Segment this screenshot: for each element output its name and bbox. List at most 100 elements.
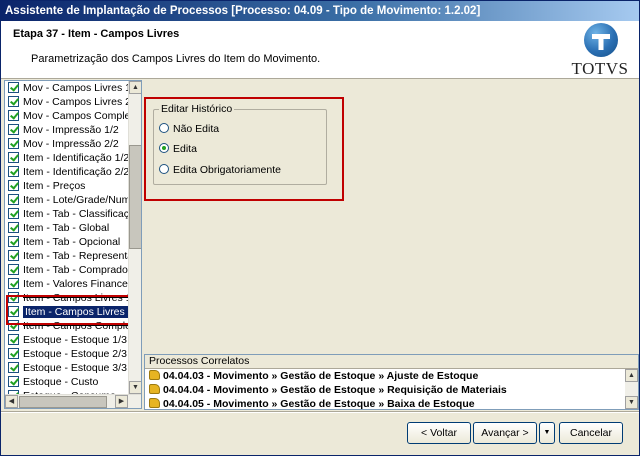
window-title: Assistente de Implantação de Processos [… xyxy=(1,1,639,21)
next-dropdown-button[interactable]: ▼ xyxy=(539,422,555,444)
processos-scrollbar[interactable]: ▲ ▼ xyxy=(625,369,638,409)
checked-icon[interactable] xyxy=(8,82,19,93)
scroll-right-icon[interactable]: ▶ xyxy=(115,395,128,408)
tree-item[interactable]: Item - Preços xyxy=(5,179,129,193)
tree-item[interactable]: Mov - Campos Livres 1/2 xyxy=(5,81,129,95)
tree-item[interactable]: Item - Tab - Representante xyxy=(5,249,129,263)
radio-label: Edita Obrigatoriamente xyxy=(173,164,281,176)
tree-item[interactable]: Mov - Impressão 1/2 xyxy=(5,123,129,137)
radio-edita-obrigatoriamente[interactable]: Edita Obrigatoriamente xyxy=(159,163,281,177)
scroll-down-icon[interactable]: ▼ xyxy=(625,396,638,409)
next-button[interactable]: Avançar > xyxy=(473,422,537,444)
scroll-up-icon[interactable]: ▲ xyxy=(129,81,141,94)
checked-icon[interactable] xyxy=(8,222,19,233)
scroll-up-icon[interactable]: ▲ xyxy=(625,369,638,382)
radio-off-icon[interactable] xyxy=(159,164,169,174)
tree-item-label: Item - Tab - Classificação xyxy=(23,208,129,220)
checked-icon[interactable] xyxy=(8,152,19,163)
processo-item[interactable]: 04.04.04 - Movimento » Gestão de Estoque… xyxy=(145,383,638,397)
processo-item[interactable]: 04.04.03 - Movimento » Gestão de Estoque… xyxy=(145,369,638,383)
footer-separator xyxy=(1,411,639,413)
checked-icon[interactable] xyxy=(8,208,19,219)
tree-item-label: Mov - Campos Complementares xyxy=(23,110,129,122)
tree-item-label: Mov - Campos Livres 1/2 xyxy=(23,82,129,94)
checked-icon[interactable] xyxy=(8,180,19,191)
checked-icon[interactable] xyxy=(8,250,19,261)
checked-icon[interactable] xyxy=(8,236,19,247)
radio-label: Edita xyxy=(173,143,197,155)
tree-item[interactable]: Estoque - Estoque 3/3 xyxy=(5,361,129,375)
processos-list[interactable]: 04.04.03 - Movimento » Gestão de Estoque… xyxy=(145,369,638,410)
tree-item[interactable]: Item - Lote/Grade/Num. xyxy=(5,193,129,207)
checked-icon[interactable] xyxy=(8,110,19,121)
radio-label: Não Edita xyxy=(173,123,220,135)
process-icon xyxy=(149,384,160,394)
scroll-left-icon[interactable]: ◀ xyxy=(5,395,18,408)
checked-icon[interactable] xyxy=(8,348,19,359)
checked-icon[interactable] xyxy=(8,124,19,135)
back-button[interactable]: < Voltar xyxy=(407,422,471,444)
group-legend: Editar Histórico xyxy=(159,103,235,115)
cancel-button[interactable]: Cancelar xyxy=(559,422,623,444)
checked-icon[interactable] xyxy=(8,138,19,149)
tree-item-label: Mov - Impressão 1/2 xyxy=(23,124,119,136)
tree-item-label: Estoque - Custo xyxy=(23,376,99,388)
processo-item[interactable]: 04.04.05 - Movimento » Gestão de Estoque… xyxy=(145,397,638,410)
process-icon xyxy=(149,370,160,380)
tree-item-label: Estoque - Estoque 1/3 xyxy=(23,334,127,346)
tree-item[interactable]: Mov - Campos Livres 2/2 xyxy=(5,95,129,109)
tree-item[interactable]: Item - Valores Financeiros xyxy=(5,277,129,291)
checked-icon[interactable] xyxy=(8,96,19,107)
processo-label: 04.04.04 - Movimento » Gestão de Estoque… xyxy=(163,384,507,396)
processos-correlatos-panel: Processos Correlatos 04.04.03 - Moviment… xyxy=(144,354,639,410)
tree-vertical-scrollbar[interactable]: ▲ ▼ xyxy=(128,81,141,394)
tree-item-label: Mov - Campos Livres 2/2 xyxy=(23,96,129,108)
step-description: Parametrização dos Campos Livres do Item… xyxy=(31,53,321,65)
totvs-logo-icon xyxy=(584,23,618,57)
processo-label: 04.04.05 - Movimento » Gestão de Estoque… xyxy=(163,398,475,410)
tree-item[interactable]: Mov - Impressão 2/2 xyxy=(5,137,129,151)
checked-icon[interactable] xyxy=(8,264,19,275)
radio-on-icon[interactable] xyxy=(159,143,169,153)
tree-item[interactable]: Mov - Campos Complementares xyxy=(5,109,129,123)
tree-item-label: Mov - Impressão 2/2 xyxy=(23,138,119,150)
checked-icon[interactable] xyxy=(8,362,19,373)
tree-item[interactable]: Estoque - Estoque 2/3 xyxy=(5,347,129,361)
radio-off-icon[interactable] xyxy=(159,123,169,133)
totvs-logo: TOTVS xyxy=(569,23,631,78)
tree-item[interactable]: Item - Tab - Comprador xyxy=(5,263,129,277)
tree-item-label: Item - Lote/Grade/Num. xyxy=(23,194,129,206)
tree-item[interactable]: Item - Tab - Global xyxy=(5,221,129,235)
radio-nao-edita[interactable]: Não Edita xyxy=(159,122,219,136)
step-header: Etapa 37 - Item - Campos Livres Parametr… xyxy=(1,21,639,79)
tree-item-label: Item - Preços xyxy=(23,180,86,192)
tree-item-label: Item - Identificação 1/2 xyxy=(23,152,129,164)
processo-label: 04.04.03 - Movimento » Gestão de Estoque… xyxy=(163,370,479,382)
checked-icon[interactable] xyxy=(8,376,19,387)
checked-icon[interactable] xyxy=(8,334,19,345)
tree-item[interactable]: Item - Tab - Classificação xyxy=(5,207,129,221)
tree-item-label: Estoque - Estoque 2/3 xyxy=(23,348,127,360)
tree-item[interactable]: Estoque - Estoque 1/3 xyxy=(5,333,129,347)
tree-item[interactable]: Item - Identificação 1/2 xyxy=(5,151,129,165)
checked-icon[interactable] xyxy=(8,278,19,289)
tree-item-label: Item - Tab - Representante xyxy=(23,250,129,262)
process-icon xyxy=(149,398,160,408)
tree-item[interactable]: Item - Tab - Opcional xyxy=(5,235,129,249)
steps-tree[interactable]: Mov - Campos Livres 1/2 Mov - Campos Livr… xyxy=(4,80,142,409)
tree-item[interactable]: Item - Identificação 2/2 xyxy=(5,165,129,179)
tree-item-label: Estoque - Estoque 3/3 xyxy=(23,362,127,374)
scroll-down-icon[interactable]: ▼ xyxy=(129,381,141,394)
tree-item-label: Item - Tab - Global xyxy=(23,222,110,234)
tree-item-label: Item - Valores Financeiros xyxy=(23,278,129,290)
hscroll-thumb[interactable] xyxy=(19,396,107,408)
checked-icon[interactable] xyxy=(8,166,19,177)
tree-highlight-box xyxy=(6,295,134,325)
tree-horizontal-scrollbar[interactable]: ◀ ▶ xyxy=(5,394,141,408)
checked-icon[interactable] xyxy=(8,194,19,205)
radio-edita[interactable]: Edita xyxy=(159,142,197,156)
tree-item[interactable]: Estoque - Custo xyxy=(5,375,129,389)
tree-item-label: Item - Identificação 2/2 xyxy=(23,166,129,178)
scroll-thumb[interactable] xyxy=(129,145,141,249)
steps-list[interactable]: Mov - Campos Livres 1/2 Mov - Campos Livr… xyxy=(5,81,129,394)
